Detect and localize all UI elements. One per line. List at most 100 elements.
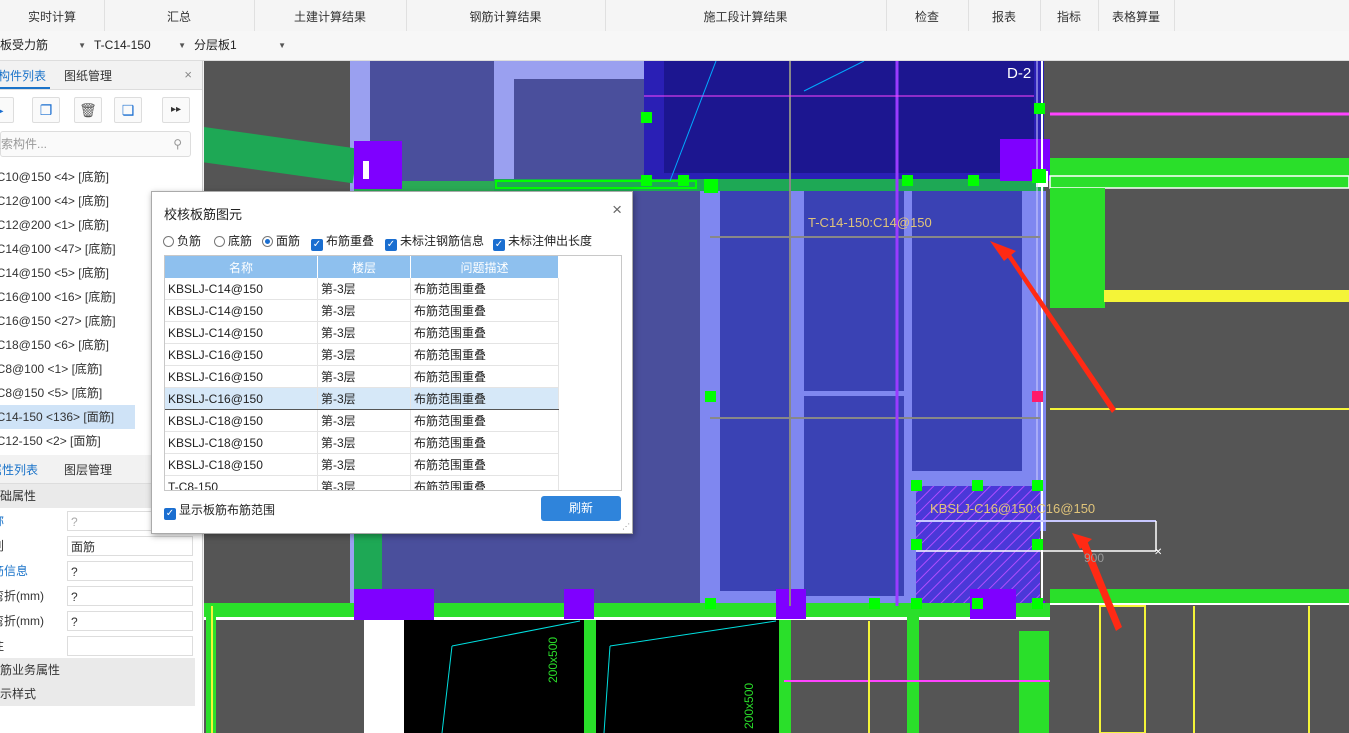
table-row[interactable]: KBSLJ-C16@150 第-3层 布筋范围重叠 — [165, 343, 559, 366]
property-value-field[interactable]: ? — [67, 586, 193, 606]
cell-floor: 第-3层 — [317, 409, 411, 432]
property-value-field[interactable] — [67, 636, 193, 656]
cell-floor: 第-3层 — [317, 431, 411, 454]
component-name-dropdown[interactable]: T-C14-150 ▼ — [94, 35, 188, 56]
cell-issue: 布筋范围重叠 — [410, 409, 559, 432]
component-type-dropdown[interactable]: 板受力筋 ▼ — [0, 35, 88, 56]
cell-floor: 第-3层 — [317, 453, 411, 476]
cell-name: KBSLJ-C14@150 — [165, 299, 318, 322]
label-beam-1: 200x500 — [546, 636, 560, 683]
column-header-issue[interactable]: 问题描述 — [410, 256, 559, 278]
cell-issue: 布筋范围重叠 — [410, 278, 559, 300]
search-placeholder: 搜索构件... — [0, 137, 48, 151]
cell-floor: 第-3层 — [317, 321, 411, 344]
property-row: 备注 — [0, 634, 202, 659]
property-row: 左弯折(mm)? — [0, 584, 202, 609]
property-value-field[interactable]: ? — [67, 561, 193, 581]
ribbon-group[interactable]: 检查 — [886, 0, 969, 31]
radio-icon — [163, 236, 174, 247]
filter-options: 负筋 底筋 面筋 ✓ 布筋重叠 ✓ 未标注钢筋信息 ✓ 未标注伸出长度 — [163, 232, 623, 251]
delete-icon[interactable]: 🗑 — [74, 97, 102, 123]
ribbon-group[interactable]: 土建计算结果 — [254, 0, 407, 31]
cell-name: KBSLJ-C14@150 — [165, 278, 318, 300]
radio-top-rebar[interactable]: 面筋 — [262, 232, 300, 250]
table-row[interactable]: KBSLJ-C18@150 第-3层 布筋范围重叠 — [165, 453, 559, 476]
property-row: 类别 面筋 — [0, 534, 202, 559]
component-list-item[interactable]: T-C14-150 <136> [面筋] — [0, 405, 135, 429]
property-label: 名称 — [0, 509, 4, 534]
property-label: 右弯折(mm) — [0, 614, 44, 628]
component-list-item-label: T-C12-150 <2> [面筋] — [0, 434, 101, 448]
property-value-field[interactable]: 面筋 — [67, 536, 193, 556]
component-type-value: 板受力筋 — [0, 38, 49, 52]
cell-issue: 布筋范围重叠 — [410, 387, 559, 410]
radio-negative-rebar[interactable]: 负筋 — [163, 232, 201, 250]
ribbon-group[interactable]: 钢筋计算结果 — [406, 0, 606, 31]
table-row[interactable]: KBSLJ-C14@150 第-3层 布筋范围重叠 — [165, 299, 559, 322]
layer-dropdown[interactable]: 分层板1 ▼ — [194, 35, 288, 56]
column-header-floor[interactable]: 楼层 — [317, 256, 411, 278]
display-style-header[interactable]: 显示样式 — [0, 682, 195, 706]
component-list-item-label: T-C16@100 <16> [底筋] — [0, 290, 116, 304]
checkbox-checked-icon: ✓ — [493, 239, 505, 251]
radio-selected-icon — [262, 236, 273, 247]
duplicate-icon[interactable]: ❏ — [114, 97, 142, 123]
ribbon-group[interactable]: 表格算量 — [1098, 0, 1175, 31]
component-search-input[interactable]: 搜索构件... ⚲ — [0, 131, 191, 157]
cell-name: KBSLJ-C16@150 — [165, 343, 318, 366]
property-row: 右弯折(mm)? — [0, 609, 202, 634]
search-icon: ⚲ — [173, 137, 182, 151]
checkbox-show-range[interactable]: ✓ 显示板筋布筋范围 — [164, 501, 275, 520]
ribbon-group[interactable]: 指标 — [1040, 0, 1099, 31]
cell-floor: 第-3层 — [317, 387, 411, 410]
ribbon-group[interactable]: 施工段计算结果 — [605, 0, 887, 31]
tab-drawing-management[interactable]: 图纸管理 — [64, 61, 112, 89]
checkbox-unlabeled-extension[interactable]: ✓ 未标注伸出长度 — [493, 232, 592, 251]
table-row[interactable]: KBSLJ-C14@150 第-3层 布筋范围重叠 — [165, 321, 559, 344]
table-row[interactable]: KBSLJ-C18@150 第-3层 布筋范围重叠 — [165, 409, 559, 432]
chevron-down-icon: ▼ — [178, 41, 186, 50]
table-row[interactable]: KBSLJ-C18@150 第-3层 布筋范围重叠 — [165, 431, 559, 454]
table-row[interactable]: KBSLJ-C16@150 第-3层 布筋范围重叠 — [165, 387, 559, 410]
close-icon[interactable]: × — [184, 67, 192, 82]
table-row[interactable]: KBSLJ-C16@150 第-3层 布筋范围重叠 — [165, 365, 559, 388]
cell-name: T-C8-150 — [165, 475, 318, 490]
radio-bottom-rebar[interactable]: 底筋 — [214, 232, 252, 250]
tab-layer-management[interactable]: 图层管理 — [64, 455, 112, 483]
layer-value: 分层板1 — [194, 38, 237, 52]
resize-grip-icon[interactable]: ⋰ — [622, 522, 630, 531]
component-list-item-label: T-C18@150 <6> [底筋] — [0, 338, 109, 352]
table-row[interactable]: KBSLJ-C14@150 第-3层 布筋范围重叠 — [165, 278, 559, 300]
component-list-item-label: T-C14@100 <47> [底筋] — [0, 242, 116, 256]
checkbox-overlap[interactable]: ✓ 布筋重叠 — [311, 232, 374, 251]
refresh-button[interactable]: 刷新 — [541, 496, 621, 521]
column-header-name[interactable]: 名称 — [165, 256, 318, 278]
component-list-item-label: T-C14@150 <5> [底筋] — [0, 266, 109, 280]
tab-property-list[interactable]: 属性列表 — [0, 455, 38, 483]
checkbox-checked-icon: ✓ — [311, 239, 323, 251]
business-properties-header[interactable]: 钢筋业务属性 — [0, 658, 195, 682]
property-value-field[interactable]: ? — [67, 611, 193, 631]
dialog-title: 校核板筋图元 — [164, 207, 243, 222]
copy-icon[interactable]: ❐ — [32, 97, 60, 123]
more-icon[interactable]: ▸▸ — [162, 97, 190, 123]
checkbox-checked-icon: ✓ — [385, 239, 397, 251]
ribbon-group[interactable]: 汇总 — [104, 0, 255, 31]
ribbon: 实时计算 汇总 土建计算结果 钢筋计算结果 施工段计算结果 检查 报表 指标 表格算量 — [0, 0, 1349, 32]
chevron-down-icon: ▼ — [278, 41, 286, 50]
ribbon-group[interactable]: 实时计算 — [0, 0, 105, 31]
new-component-button[interactable]: ▸ — [0, 97, 14, 123]
close-icon[interactable]: × — [612, 200, 622, 220]
table-header-row: 名称 楼层 问题描述 — [165, 256, 559, 278]
cell-issue: 布筋范围重叠 — [410, 321, 559, 344]
property-label: 左弯折(mm) — [0, 589, 44, 603]
cell-floor: 第-3层 — [317, 343, 411, 366]
cell-name: KBSLJ-C18@150 — [165, 409, 318, 432]
component-list-item[interactable]: T-C10@150 <4> [底筋] — [0, 165, 202, 189]
tab-component-list[interactable]: 构件列表 — [0, 61, 46, 89]
check-slab-rebar-dialog: 校核板筋图元 × 负筋 底筋 面筋 ✓ 布筋重叠 ✓ 未标注钢筋信息 ✓ 未标注伸出长… — [151, 191, 633, 534]
checkbox-unlabeled-info[interactable]: ✓ 未标注钢筋信息 — [385, 232, 484, 251]
chevron-down-icon: ▼ — [78, 41, 86, 50]
ribbon-group[interactable]: 报表 — [968, 0, 1041, 31]
table-row[interactable]: T-C8-150 第-3层 布筋范围重叠 — [165, 475, 559, 490]
